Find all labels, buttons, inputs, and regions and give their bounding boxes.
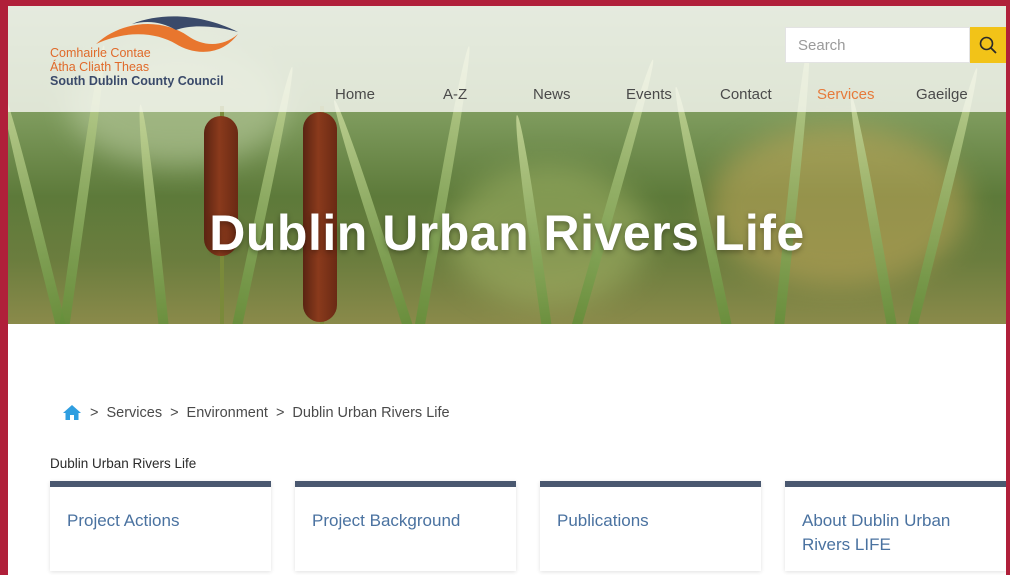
breadcrumb-separator: >: [90, 404, 99, 421]
breadcrumb: > Services > Environment > Dublin Urban …: [62, 404, 450, 421]
nav-contact[interactable]: Contact: [720, 86, 772, 103]
site-header: Comhairle Contae Átha Cliath Theas South…: [8, 6, 1006, 112]
search-button[interactable]: [970, 27, 1006, 63]
logo-line-irish-2: Átha Cliath Theas: [50, 60, 150, 74]
breadcrumb-environment[interactable]: Environment: [187, 405, 268, 421]
hero-title: Dublin Urban Rivers Life: [209, 205, 805, 261]
search-input[interactable]: [785, 27, 970, 63]
logo-line-irish-1: Comhairle Contae: [50, 46, 151, 60]
nav-a-z[interactable]: A-Z: [443, 86, 467, 103]
card-label: About Dublin Urban Rivers LIFE: [802, 511, 951, 554]
breadcrumb-separator: >: [275, 404, 285, 421]
card-project-background[interactable]: Project Background: [295, 481, 516, 571]
card-about-dublin-urban-rivers-life[interactable]: About Dublin Urban Rivers LIFE: [785, 481, 1006, 571]
house-icon[interactable]: [62, 404, 82, 421]
nav-home[interactable]: Home: [335, 86, 375, 103]
search-box: [785, 27, 1006, 63]
magnifier-icon: [979, 36, 997, 54]
breadcrumb-services[interactable]: Services: [106, 405, 162, 421]
card-label: Project Actions: [67, 511, 180, 530]
nav-events[interactable]: Events: [626, 86, 672, 103]
logo-line-english: South Dublin County Council: [50, 74, 224, 88]
breadcrumb-separator: >: [170, 404, 179, 421]
council-logo[interactable]: Comhairle Contae Átha Cliath Theas South…: [50, 14, 250, 94]
nav-news[interactable]: News: [533, 86, 571, 103]
card-project-actions[interactable]: Project Actions: [50, 481, 271, 571]
breadcrumb-current: Dublin Urban Rivers Life: [292, 404, 450, 421]
card-label: Project Background: [312, 511, 461, 530]
card-label: Publications: [557, 511, 649, 530]
nav-services[interactable]: Services: [817, 86, 875, 103]
nav-gaeilge[interactable]: Gaeilge: [916, 86, 968, 103]
page-label: Dublin Urban Rivers Life: [50, 456, 197, 471]
card-publications[interactable]: Publications: [540, 481, 761, 571]
